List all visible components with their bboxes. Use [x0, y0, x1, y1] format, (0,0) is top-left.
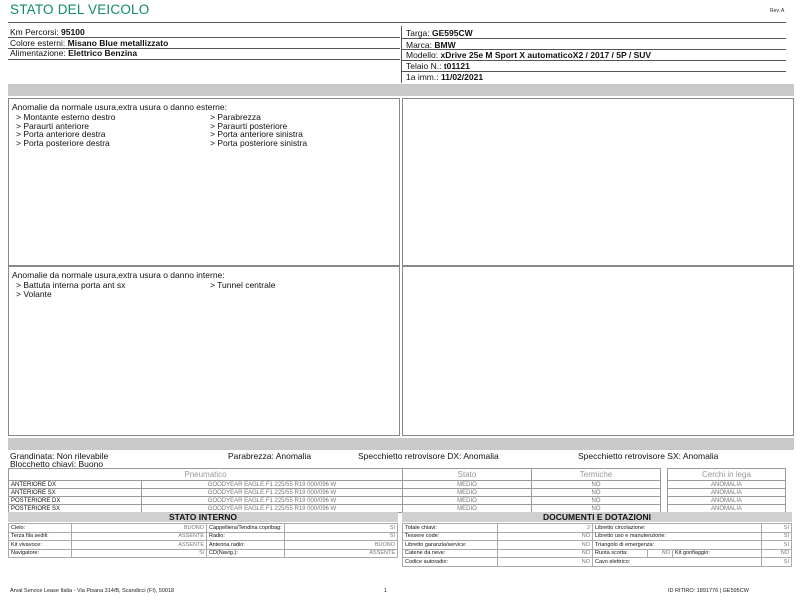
table-row: Totale chiavi: 2 Libretto circolazione: …	[402, 523, 792, 533]
mirror-dx-status: Specchietto retrovisore DX: Anomalia	[358, 451, 499, 461]
divider	[8, 22, 786, 23]
internal-damage-list-left: > Battuta interna porta ant sx > Volante	[16, 281, 125, 298]
footer-address: Arval Service Lease Italia - Via Pisana …	[10, 588, 175, 594]
divider	[401, 26, 402, 83]
table-row: Catene da neve: NO Ruota scorta: NO Kit …	[402, 548, 792, 558]
divider	[8, 59, 400, 60]
column-header: Stato	[402, 468, 532, 481]
footer-id: ID RITIRO: 1891776 | GE595CW	[668, 588, 749, 594]
external-damage-title: Anomalie da normale usura,extra usura o …	[12, 102, 227, 112]
internal-state-header: STATO INTERNO	[8, 512, 398, 522]
list-item: > Porta posteriore sinistra	[210, 137, 308, 148]
windshield-status: Parabrezza: Anomalia	[228, 451, 312, 461]
internal-damage-image-area	[402, 266, 794, 436]
divider	[402, 38, 786, 39]
table-header-row: Pneumatico Stato Termiche Cerchi in lega	[8, 468, 786, 481]
external-damage-panel: Anomalie da normale usura,extra usura o …	[8, 98, 400, 266]
tyres-table: Pneumatico Stato Termiche Cerchi in lega…	[8, 468, 786, 513]
registration-row: 1a imm.: 11/02/2021	[406, 72, 484, 82]
internal-damage-list-right: > Tunnel centrale	[210, 281, 275, 290]
external-damage-list-left: > Montante esterno destro > Paraurti ant…	[16, 113, 115, 147]
table-row: Navigatore: Si CD(Navig.): ASSENTE	[8, 548, 399, 558]
internal-state-table: Cielo: BUONO Cappelliera/Tendina copriba…	[8, 523, 399, 558]
documents-table: Totale chiavi: 2 Libretto circolazione: …	[402, 523, 792, 567]
internal-damage-title: Anomalie da normale usura,extra usura o …	[12, 270, 225, 280]
table-row: Codice autoradio: NO Cavo elettrico: SI	[402, 557, 792, 567]
list-item: > Porta posteriore destra	[16, 137, 110, 148]
table-row: POSTERIORE DX GOODYEAR EAGLE F1 225/55 R…	[8, 496, 786, 505]
table-row: Tessere code: NO Libretto uso e manutenz…	[402, 531, 792, 541]
section-separator	[8, 84, 794, 96]
section-separator	[8, 438, 794, 450]
table-row: Libretto garanzia/service: NO Triangolo …	[402, 540, 792, 550]
table-row: ANTERIORE DX GOODYEAR EAGLE F1 225/55 R1…	[8, 480, 786, 489]
table-row: Kit vivavoce: ASSENTE Antenna radio: BUO…	[8, 540, 399, 550]
fuel-row: Alimentazione: Elettrico Benzina	[10, 48, 138, 58]
column-header: Cerchi in lega	[667, 468, 786, 481]
documents-header: DOCUMENTI E DOTAZIONI	[402, 512, 792, 522]
table-row: Cielo: BUONO Cappelliera/Tendina copriba…	[8, 523, 399, 533]
table-row: Terza fila sedili: ASSENTE Radio: SI	[8, 531, 399, 541]
external-damage-list-right: > Parabrezza > Paraurti posteriore > Por…	[210, 113, 307, 147]
table-row: ANTERIORE SX GOODYEAR EAGLE F1 225/55 R1…	[8, 488, 786, 497]
revision-label: Rev. A	[770, 8, 785, 14]
page-number: 1	[384, 588, 388, 594]
mirror-sx-status: Specchietto retrovisore SX: Anomalia	[578, 451, 719, 461]
list-item: > Volante	[16, 288, 52, 299]
external-damage-image-area	[402, 98, 794, 266]
column-header: Pneumatico	[8, 468, 403, 481]
page-title: STATO DEL VEICOLO	[10, 2, 150, 17]
column-header: Termiche	[531, 468, 661, 481]
list-item: > Tunnel centrale	[210, 280, 276, 290]
internal-damage-panel: Anomalie da normale usura,extra usura o …	[8, 266, 400, 436]
